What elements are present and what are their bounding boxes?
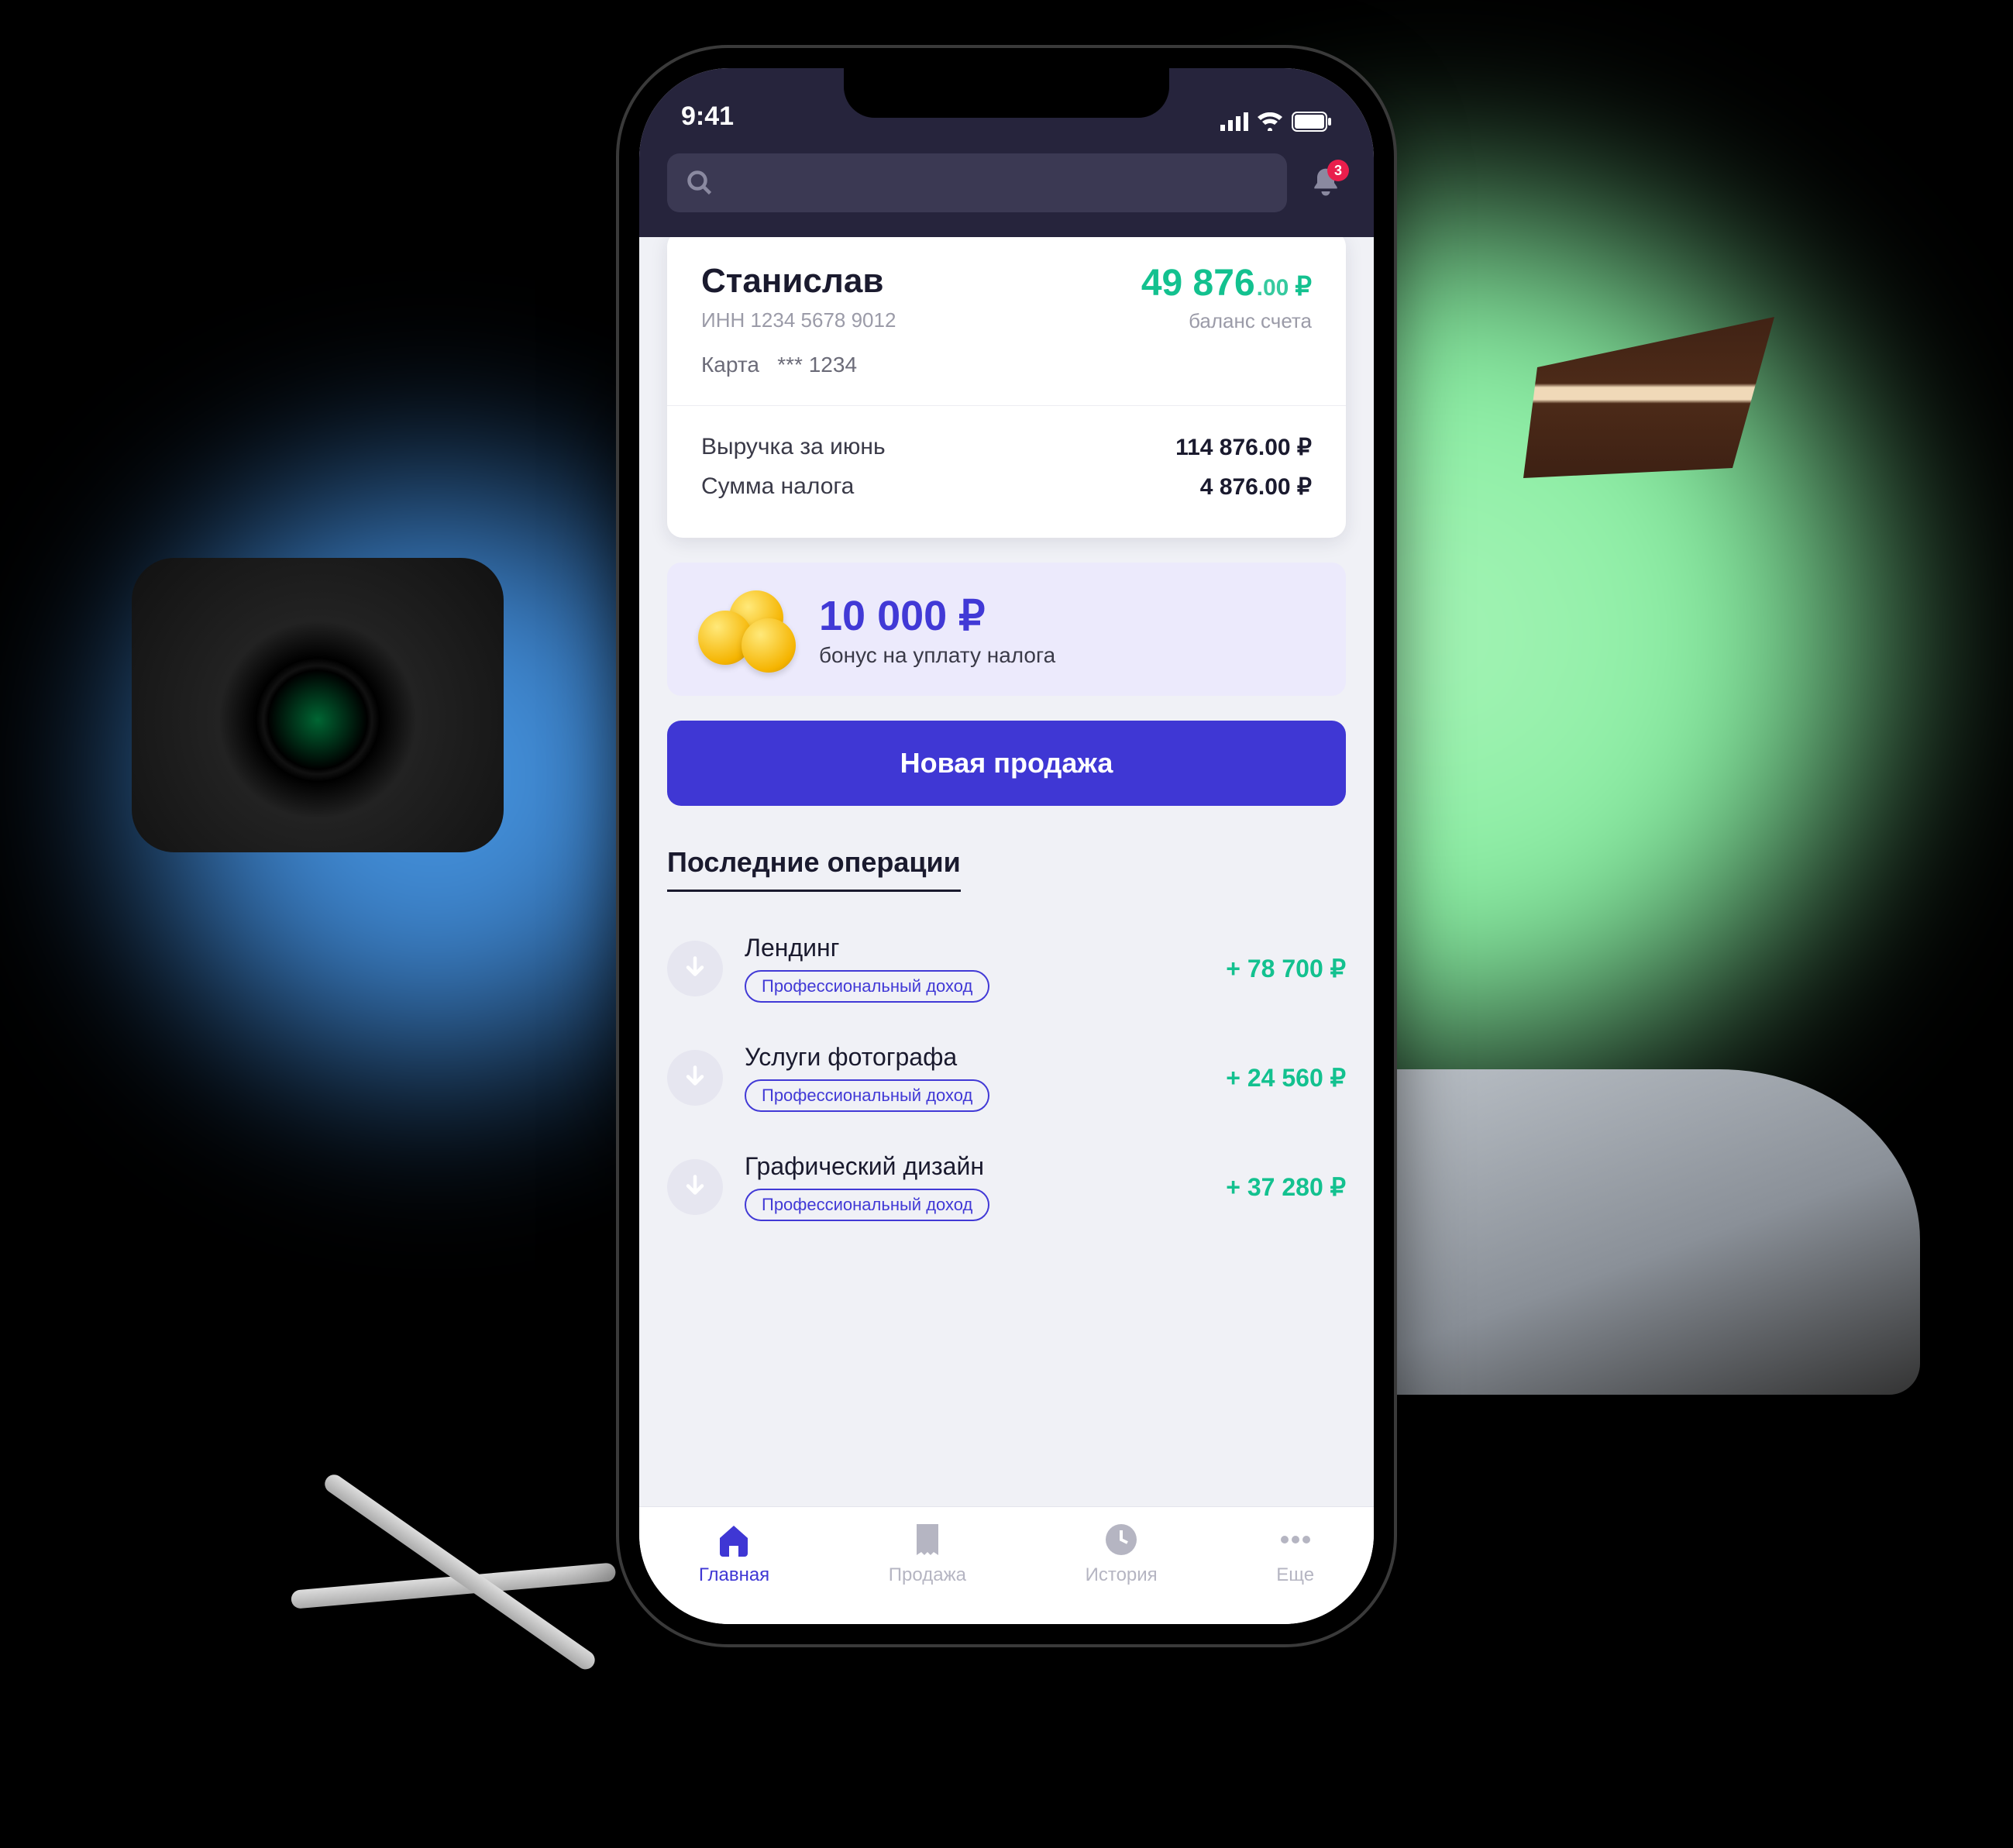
operation-row[interactable]: Графический дизайн Профессиональный дохо… [667, 1132, 1346, 1241]
wifi-icon [1258, 112, 1282, 131]
dots-icon [1277, 1521, 1314, 1558]
user-inn: ИНН 1234 5678 9012 [701, 308, 896, 332]
battery-icon [1292, 112, 1332, 132]
notifications-button[interactable]: 3 [1306, 163, 1346, 203]
tab-sale[interactable]: Продажа [889, 1521, 966, 1586]
operation-tag: Профессиональный доход [745, 1189, 989, 1221]
operation-title: Графический дизайн [745, 1152, 1204, 1181]
operation-amount: + 78 700 ₽ [1226, 954, 1346, 983]
bonus-subtitle: бонус на уплату налога [819, 643, 1055, 668]
app-header: 3 [639, 139, 1374, 237]
receipt-icon [909, 1521, 946, 1558]
notification-badge: 3 [1327, 160, 1349, 181]
balance-card[interactable]: Станислав ИНН 1234 5678 9012 Карта *** 1… [667, 237, 1346, 538]
new-sale-button[interactable]: Новая продажа [667, 721, 1346, 806]
bonus-banner[interactable]: 10 000 ₽ бонус на уплату налога [667, 563, 1346, 696]
operation-tag: Профессиональный доход [745, 1079, 989, 1112]
phone-frame: 9:41 3 Станислав ИНН 1234 5678 9 [619, 48, 1394, 1644]
bonus-amount: 10 000 ₽ [819, 591, 1055, 640]
search-icon [686, 169, 714, 197]
revenue-row: Выручка за июнь 114 876.00 ₽ [701, 428, 1312, 467]
operation-title: Лендинг [745, 934, 1204, 962]
tab-more[interactable]: Еще [1276, 1521, 1314, 1586]
operation-row[interactable]: Лендинг Профессиональный доход + 78 700 … [667, 914, 1346, 1023]
operations-title: Последние операции [667, 846, 961, 892]
user-name: Станислав [701, 262, 896, 301]
arrow-down-icon [667, 1159, 723, 1215]
tab-bar: Главная Продажа История Еще [639, 1506, 1374, 1624]
tab-history[interactable]: История [1086, 1521, 1158, 1586]
operation-row[interactable]: Услуги фотографа Профессиональный доход … [667, 1023, 1346, 1132]
balance-amount: 49 876.00₽ [1141, 262, 1312, 305]
arrow-down-icon [667, 941, 723, 996]
main-content: Станислав ИНН 1234 5678 9012 Карта *** 1… [639, 237, 1374, 1506]
balance-label: баланс счета [1141, 309, 1312, 333]
arrow-down-icon [667, 1050, 723, 1106]
prop-camera [132, 558, 504, 852]
operation-title: Услуги фотографа [745, 1043, 1204, 1072]
status-time: 9:41 [681, 102, 734, 132]
signal-icon [1220, 112, 1248, 131]
coins-icon [698, 590, 791, 668]
operation-amount: + 24 560 ₽ [1226, 1063, 1346, 1093]
clock-icon [1103, 1521, 1140, 1558]
notch [844, 68, 1169, 118]
operations-list: Лендинг Профессиональный доход + 78 700 … [667, 914, 1346, 1241]
operation-amount: + 37 280 ₽ [1226, 1172, 1346, 1202]
status-icons [1220, 112, 1332, 132]
search-input[interactable] [667, 153, 1287, 212]
card-number: Карта *** 1234 [701, 353, 896, 377]
operation-tag: Профессиональный доход [745, 970, 989, 1003]
home-icon [715, 1521, 752, 1558]
tax-row: Сумма налога 4 876.00 ₽ [701, 467, 1312, 507]
divider [667, 405, 1346, 406]
tab-home[interactable]: Главная [699, 1521, 769, 1586]
phone-screen: 9:41 3 Станислав ИНН 1234 5678 9 [639, 68, 1374, 1624]
